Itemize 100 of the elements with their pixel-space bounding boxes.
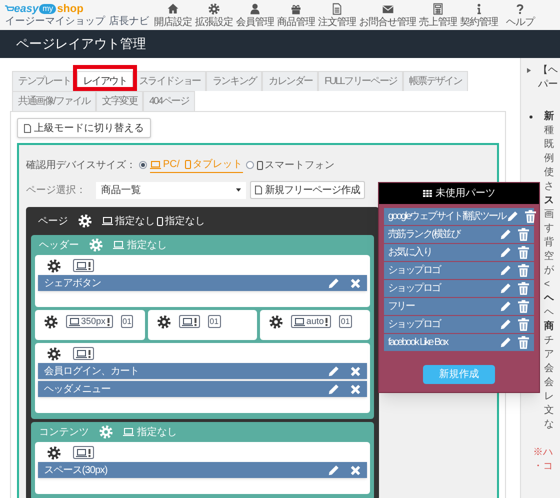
gift-icon [290, 2, 302, 14]
section-label: ヘッダー [39, 238, 79, 252]
trash-icon [518, 336, 529, 349]
warning-icon [324, 318, 328, 326]
help-text: レ [544, 390, 554, 404]
help-text: ア [544, 348, 554, 362]
help-text: 商 [544, 320, 554, 334]
tab[interactable]: 文字変更 [96, 91, 144, 111]
help-text: 文 [544, 404, 554, 418]
column-count[interactable]: 01 [208, 315, 221, 328]
device-width-badge[interactable]: 350px [66, 315, 113, 328]
phone-icon [256, 160, 263, 170]
gear-icon [47, 258, 61, 272]
layout-part[interactable]: 会員ログイン、カート [38, 363, 367, 379]
device-width-badge[interactable] [73, 446, 94, 459]
logo-text: shop [57, 4, 84, 14]
create-new-button[interactable]: 新規作成 [423, 365, 495, 384]
device-width-badge[interactable] [178, 315, 200, 328]
page-title: ページレイアウト管理 [16, 35, 146, 54]
close-icon [350, 384, 361, 394]
page-select[interactable]: 商品一覧 [96, 182, 246, 198]
warning-icon [88, 350, 91, 358]
radio-button[interactable] [246, 161, 254, 169]
close-icon [350, 366, 361, 376]
document-icon [331, 2, 343, 14]
warning-icon [194, 318, 197, 326]
nav-item[interactable]: 売上管理 [419, 2, 457, 28]
warning-icon [88, 262, 91, 270]
warning-icon [88, 448, 91, 456]
advanced-mode-button[interactable]: 上級モードに切り替える [17, 118, 151, 138]
unused-part[interactable]: お気に入り [384, 244, 534, 261]
tab[interactable]: 共通画像/ファイル [12, 91, 96, 111]
layout-part[interactable]: シェアボタン [38, 275, 367, 291]
unused-part[interactable]: ショップロゴ [384, 316, 534, 333]
device-width-badge[interactable]: auto [291, 315, 331, 328]
unused-part[interactable]: googleウェブサイト翻訳ツール [384, 208, 534, 225]
laptop-icon [69, 318, 80, 326]
section-label: コンテンツ [39, 426, 89, 440]
trash-icon [518, 264, 529, 277]
tab[interactable]: 帳票デザイン [402, 71, 468, 91]
trash-icon [518, 246, 529, 259]
tab[interactable]: ランキング [206, 71, 262, 91]
gear-icon [47, 446, 61, 460]
nav-item[interactable]: 契約管理 [460, 2, 498, 28]
layout-part[interactable]: ヘッダメニュー [38, 381, 367, 397]
laptop-icon [294, 318, 306, 326]
nav-item[interactable]: 開店設定 [154, 2, 192, 28]
person-icon [249, 2, 261, 14]
tab[interactable]: 404ページ [143, 91, 195, 111]
tab[interactable]: カレンダー [262, 71, 318, 91]
device-width-badge[interactable] [73, 259, 94, 272]
device-option[interactable]: スマートフォン [256, 158, 335, 172]
unused-part[interactable]: 売筋ランク(横並び [384, 226, 534, 243]
trash-icon [518, 300, 529, 313]
help-text: 背 [544, 236, 554, 250]
logo-badge: my [39, 4, 56, 14]
laptop-icon [102, 217, 113, 225]
new-free-page-button[interactable]: 新規フリーページ作成 [250, 181, 365, 199]
trash-icon [518, 282, 529, 295]
trash-icon [518, 228, 529, 241]
column-count[interactable]: 01 [120, 315, 134, 328]
logo-subtitle: 店長ナビ [109, 17, 149, 27]
pencil-icon [499, 300, 512, 313]
help-note: ※ハ [533, 446, 554, 460]
nav-item[interactable]: 会員管理 [236, 2, 274, 28]
layout-part[interactable]: スペース(30px) [38, 462, 367, 478]
laptop-icon [123, 428, 134, 436]
nav-item[interactable]: 商品管理 [277, 2, 315, 28]
pencil-icon [499, 228, 512, 241]
close-icon [350, 464, 361, 476]
nav-item[interactable]: 注文管理 [318, 2, 356, 28]
nav-item[interactable]: 拡張設定 [195, 2, 233, 28]
settings-icon [208, 2, 220, 14]
gear-icon [156, 315, 171, 329]
logo-subtitle: イージーマイショップ [5, 17, 105, 27]
help-text: ヘ [544, 306, 554, 320]
help-text: 会 [544, 362, 554, 376]
grid-icon [422, 190, 432, 197]
device-option[interactable]: PC/ タブレット [150, 157, 243, 173]
column-count[interactable]: 01 [338, 315, 352, 328]
help-icon [514, 2, 526, 14]
pencil-icon [327, 464, 340, 476]
unused-part[interactable]: facebook Like Box [384, 334, 534, 351]
radio-button[interactable] [139, 161, 147, 169]
gear-icon [269, 315, 284, 329]
calculator-icon [432, 2, 444, 14]
unused-part[interactable]: ショップロゴ [384, 280, 534, 297]
logo-text: easy [14, 4, 38, 14]
device-width-badge[interactable] [73, 347, 94, 360]
nav-item[interactable]: お問合せ管理 [359, 2, 416, 28]
help-text: 例 [544, 152, 554, 166]
help-text: 使 [544, 166, 554, 180]
unused-part[interactable]: フリー [384, 298, 534, 315]
nav-item[interactable]: ヘルプ [501, 2, 539, 28]
device-size-label: 確認用デバイスサイズ： [26, 158, 136, 172]
popup-title: 未使用パーツ [436, 186, 496, 201]
unused-part[interactable]: ショップロゴ [384, 262, 534, 279]
setting-text: 指定なし [137, 426, 177, 440]
tab[interactable]: FULLフリーページ [318, 71, 403, 91]
help-text: ヘ [544, 292, 554, 306]
